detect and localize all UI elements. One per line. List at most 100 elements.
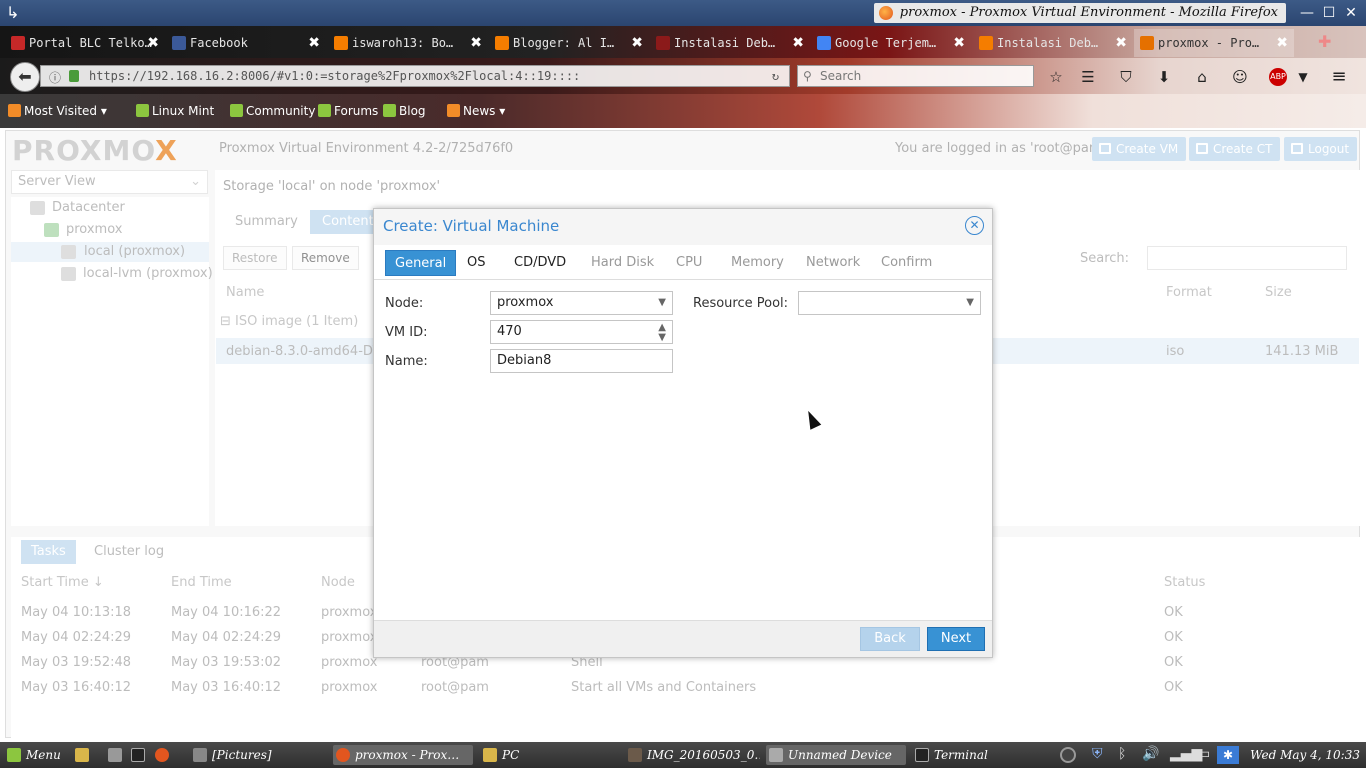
browser-tab[interactable]: Google Terjem… ✖ — [811, 29, 971, 57]
name-value: Debian8 — [497, 353, 552, 368]
tab-memory[interactable]: Memory — [722, 250, 793, 276]
tab-cpu[interactable]: CPU — [667, 250, 711, 276]
close-tab-icon[interactable]: ✖ — [1115, 29, 1127, 57]
window-title-text: proxmox - Proxmox Virtual Environment - … — [899, 5, 1278, 20]
smiley-icon[interactable]: ☺ — [1231, 68, 1249, 86]
start-menu-button[interactable]: Menu — [4, 745, 66, 765]
dialog-title: Create: Virtual Machine — [383, 217, 560, 235]
tab-confirm[interactable]: Confirm — [872, 250, 941, 276]
close-tab-icon[interactable]: ✖ — [1276, 29, 1288, 57]
taskbar-item-terminal[interactable]: Terminal — [912, 745, 1047, 765]
window-titlebar: ↳ proxmox - Proxmox Virtual Environment … — [0, 0, 1366, 26]
browser-tab[interactable]: iswaroh13: Bo… ✖ — [328, 29, 488, 57]
spinner-icon[interactable]: ▲ ▼ — [658, 323, 666, 343]
close-tab-icon[interactable]: ✖ — [792, 29, 804, 57]
bookmark-label: Linux Mint — [152, 104, 215, 118]
blogger-icon — [979, 36, 993, 50]
desktop-launcher[interactable] — [105, 745, 125, 765]
tab-label: Blogger: Al I… — [513, 36, 615, 50]
node-value: proxmox — [497, 295, 554, 310]
volume-icon[interactable]: 🔊 — [1142, 746, 1159, 762]
bluetooth-icon[interactable]: ᛒ — [1118, 746, 1126, 762]
new-tab-button[interactable]: ✚ — [1318, 32, 1331, 51]
files-launcher[interactable] — [72, 745, 92, 765]
browser-tab-active[interactable]: proxmox - Pro… ✖ — [1134, 29, 1294, 57]
name-label: Name: — [385, 354, 428, 369]
reload-icon[interactable]: ↻ — [772, 66, 779, 86]
home-icon[interactable]: ⌂ — [1193, 68, 1211, 86]
tab-os[interactable]: OS — [458, 250, 494, 276]
firefox-icon — [878, 6, 893, 20]
bookmark-forums[interactable]: Forums — [318, 104, 378, 118]
taskbar-item-image[interactable]: IMG_20160503_0… — [625, 745, 760, 765]
bookmark-star-icon[interactable]: ☆ — [1047, 68, 1065, 86]
proxmox-icon — [1140, 36, 1154, 50]
maximize-button[interactable]: ☐ — [1320, 4, 1338, 22]
tab-general[interactable]: General — [385, 250, 457, 276]
close-tab-icon[interactable]: ✖ — [470, 29, 482, 57]
clock[interactable]: Wed May 4, 10:33 — [1250, 745, 1360, 765]
url-bar[interactable]: ⓘ https://192.168.16.2:8006/#v1:0:=stora… — [40, 65, 790, 87]
resource-pool-select[interactable]: ▼ — [798, 291, 981, 315]
tools-icon[interactable]: ✱ — [1217, 746, 1239, 764]
bookmark-blog[interactable]: Blog — [383, 104, 426, 118]
adblock-icon[interactable]: ABP — [1269, 68, 1287, 86]
chevron-down-icon[interactable]: ▼ — [1294, 68, 1312, 86]
tab-hard-disk[interactable]: Hard Disk — [582, 250, 663, 276]
next-button[interactable]: Next — [927, 627, 985, 651]
browser-tab[interactable]: Blogger: Al I… ✖ — [489, 29, 649, 57]
search-input[interactable]: ⚲ Search — [797, 65, 1034, 87]
taskbar-item-pictures[interactable]: [Pictures] — [190, 745, 328, 765]
red-icon — [11, 36, 25, 50]
tab-strip: Portal BLC Telko… ✖ Facebook ✖ iswaroh13: … — [0, 26, 1366, 58]
reading-list-icon[interactable]: ☰ — [1079, 68, 1097, 86]
chevron-down-icon: ▼ — [966, 297, 974, 308]
back-button[interactable]: Back — [860, 627, 920, 651]
close-tab-icon[interactable]: ✖ — [631, 29, 643, 57]
terminal-icon — [131, 748, 145, 762]
tab-label: iswaroh13: Bo… — [352, 36, 454, 50]
taskbar-item-label: [Pictures] — [212, 748, 272, 762]
menu-hamburger-icon[interactable]: ≡ — [1330, 68, 1348, 86]
vmid-stepper[interactable]: 470 ▲ ▼ — [490, 320, 673, 344]
menu-label: Menu — [26, 748, 61, 762]
browser-tab[interactable]: Instalasi Deb… ✖ — [973, 29, 1133, 57]
close-tab-icon[interactable]: ✖ — [147, 29, 159, 57]
tab-cd-dvd[interactable]: CD/DVD — [505, 250, 575, 276]
browser-tab[interactable]: Portal BLC Telko… ✖ — [5, 29, 165, 57]
shield-icon[interactable]: ⛨ — [1092, 746, 1103, 762]
url-text: https://192.168.16.2:8006/#v1:0:=storage… — [89, 69, 581, 83]
close-tab-icon[interactable]: ✖ — [308, 29, 320, 57]
close-icon[interactable]: ✕ — [965, 216, 984, 235]
battery-icon[interactable]: ▭ — [1197, 746, 1210, 762]
close-tab-icon[interactable]: ✖ — [953, 29, 965, 57]
tab-label: Facebook — [190, 36, 248, 50]
bookmark-community[interactable]: Community — [230, 104, 315, 118]
browser-tab[interactable]: Facebook ✖ — [166, 29, 326, 57]
taskbar-item-device[interactable]: Unnamed Device — [766, 745, 906, 765]
bookmark-most-visited[interactable]: Most Visited ▾ — [8, 104, 107, 118]
bookmark-news[interactable]: News ▾ — [447, 104, 505, 118]
back-button[interactable]: ⬅ — [10, 62, 40, 92]
bookmark-label: Community — [246, 104, 316, 118]
taskbar-item-pc[interactable]: PC — [480, 745, 615, 765]
firefox-launcher[interactable] — [152, 745, 172, 765]
info-icon[interactable]: ⓘ — [49, 68, 61, 88]
terminal-launcher[interactable] — [128, 745, 148, 765]
pocket-icon[interactable]: ⛉ — [1117, 68, 1135, 86]
tab-network[interactable]: Network — [797, 250, 869, 276]
gear-icon — [8, 104, 21, 117]
download-icon[interactable]: ⬇ — [1155, 68, 1173, 86]
media-icon[interactable] — [1060, 747, 1076, 763]
close-window-button[interactable]: ✕ — [1342, 4, 1360, 22]
browser-tab[interactable]: Instalasi Deb… ✖ — [650, 29, 810, 57]
bookmark-linux-mint[interactable]: Linux Mint — [136, 104, 214, 118]
taskbar-item-proxmox[interactable]: proxmox - Prox… — [333, 745, 473, 765]
name-field[interactable]: Debian8 — [490, 349, 673, 373]
device-icon — [769, 748, 783, 762]
minimize-button[interactable]: — — [1298, 4, 1316, 22]
node-select[interactable]: proxmox ▼ — [490, 291, 673, 315]
bookmark-label: Most Visited — [24, 104, 98, 118]
image-icon — [628, 748, 642, 762]
folder-icon — [75, 748, 89, 762]
